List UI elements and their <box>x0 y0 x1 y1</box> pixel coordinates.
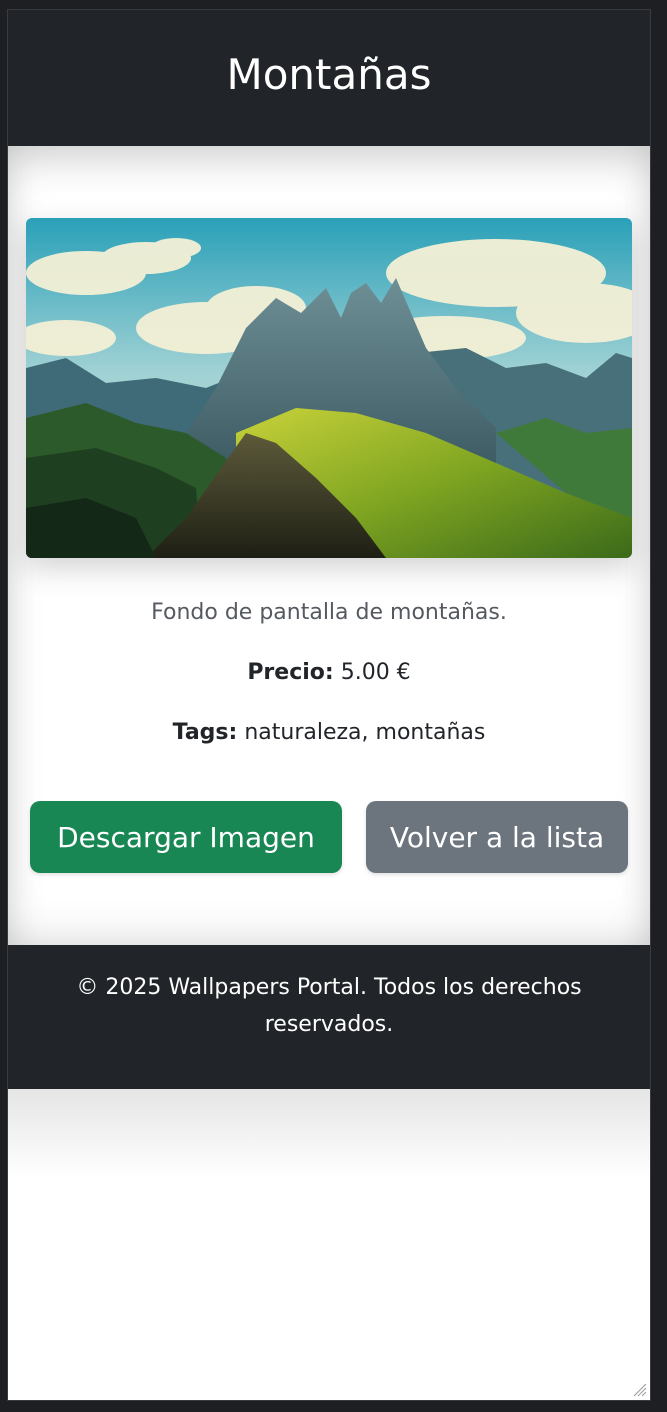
tags-value: naturaleza, montañas <box>244 720 486 745</box>
browser-viewport: Montañas Fondo de pantalla de montañas. … <box>7 9 651 1401</box>
page-footer: © 2025 Wallpapers Portal. Todos los dere… <box>8 945 650 1089</box>
wallpaper-detail: Fondo de pantalla de montañas. Precio: 5… <box>8 146 650 945</box>
page-header: Montañas <box>8 10 650 146</box>
wallpaper-description: Fondo de pantalla de montañas. <box>151 600 507 625</box>
download-image-button[interactable]: Descargar Imagen <box>30 801 342 873</box>
back-to-list-button[interactable]: Volver a la lista <box>366 801 628 873</box>
page-title: Montañas <box>226 49 432 99</box>
page-blank-area <box>8 1089 650 1400</box>
wallpaper-image <box>26 218 632 558</box>
footer-copyright: © 2025 Wallpapers Portal. Todos los dere… <box>76 975 582 1037</box>
wallpaper-price: Precio: 5.00 € <box>8 660 650 685</box>
wallpaper-tags: Tags: naturaleza, montañas <box>8 720 650 745</box>
tags-label: Tags: <box>172 720 238 745</box>
resize-grip-icon[interactable] <box>629 1379 647 1397</box>
price-value: 5.00 € <box>340 660 411 685</box>
price-label: Precio: <box>247 660 334 685</box>
mountain-landscape-image <box>26 218 632 558</box>
